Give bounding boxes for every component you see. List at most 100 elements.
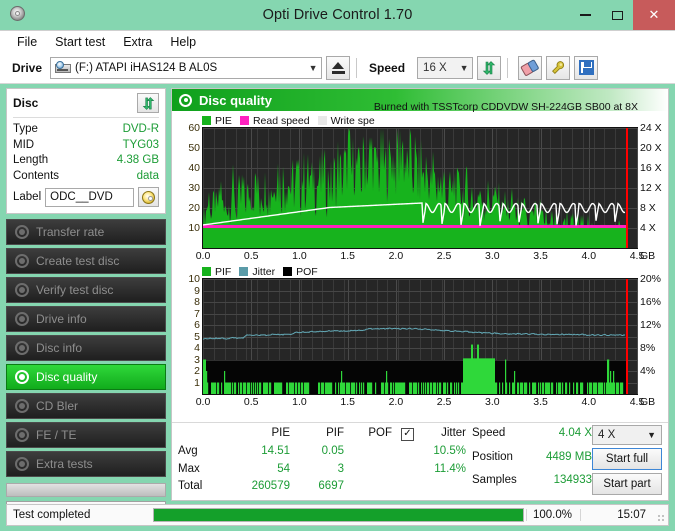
toolbar: Drive (F:) ATAPI iHAS124 B AL0S ▼ Speed … (0, 52, 675, 84)
chevron-down-icon: ▼ (308, 62, 318, 73)
sidebar-item-verify-test-disc[interactable]: Verify test disc (6, 277, 166, 303)
erase-button[interactable] (518, 55, 543, 80)
x-tick-label: 2.0 (388, 250, 404, 262)
legend-swatch-pif (202, 267, 211, 276)
sidebar-item-label: Disc quality (36, 370, 98, 384)
x-tick-label: 1.0 (292, 250, 307, 262)
disc-label-input[interactable]: ODC__DVD (45, 187, 134, 207)
legend-swatch-pie (202, 116, 211, 125)
menu-item-help[interactable]: Help (161, 33, 205, 51)
sidebar-item-disc-info[interactable]: Disc info (6, 335, 166, 361)
sidebar-item-drive-info[interactable]: Drive info (6, 306, 166, 332)
eject-button[interactable] (326, 55, 351, 80)
elapsed-time: 15:07 (580, 509, 654, 521)
close-button[interactable]: ✕ (633, 0, 675, 30)
disc-row-value: TYG03 (122, 138, 159, 151)
speed-select[interactable]: 16 X ▼ (417, 56, 474, 79)
toolbar-divider-2 (507, 57, 509, 78)
stats-avg-jitter: 10.5% (433, 444, 466, 457)
disc-refresh-button[interactable] (137, 93, 159, 113)
close-icon: ✕ (648, 7, 660, 22)
y2-tick-label: 20 X (640, 141, 662, 154)
pie-plot[interactable]: 0.0 0.5 1.0 1.5 2.0 2.5 3.0 3.5 4.0 4.5 GB 10 20 30 40… (188, 122, 661, 262)
floppy-save-icon (578, 60, 594, 75)
jitter-checkbox-cell: ✓ (392, 425, 414, 443)
tools-button[interactable] (546, 55, 571, 80)
stats-corner (178, 425, 224, 443)
x-tick-label: 1.0 (292, 396, 307, 408)
menu-item-extra[interactable]: Extra (114, 33, 161, 51)
refresh-arrows-icon (482, 60, 496, 75)
sidebar-item-disc-quality[interactable]: Disc quality (6, 364, 166, 390)
sidebar-item-label: Verify test disc (36, 283, 114, 297)
disc-row-mid: MID TYG03 (13, 138, 159, 154)
nav-spacer (6, 483, 166, 497)
stats-max-pie: 54 (277, 462, 290, 475)
position-marker-line (626, 279, 629, 394)
y-tick-label: 5 (194, 330, 200, 343)
disc-row-length: Length 4.38 GB (13, 153, 159, 169)
stats-avg-pie: 14.51 (261, 444, 290, 457)
stats-table: PIE PIF POF ✓ Jitter Avg 14.51 0.05 10.5… (178, 425, 466, 496)
test-speed-select[interactable]: 4 X ▼ (592, 425, 662, 445)
disc-row-key: Length (13, 154, 49, 166)
x-tick-label: 1.5 (340, 250, 355, 262)
sidebar-item-label: Drive info (36, 312, 87, 326)
y-tick-label: 10 (188, 222, 200, 234)
info-key-position: Position (472, 450, 513, 463)
menu-item-start-test[interactable]: Start test (46, 33, 114, 51)
sidebar-item-cd-bler[interactable]: CD Bler (6, 393, 166, 419)
x-tick-label: 0.0 (195, 396, 211, 408)
minimize-button[interactable] (569, 0, 601, 30)
stats-info: Speed 4.04 X Position 4489 MB Samples 13… (472, 425, 592, 496)
start-full-button[interactable]: Start full (592, 448, 662, 470)
stats-row-label-total: Total (178, 480, 203, 493)
toolbar-divider-1 (356, 57, 358, 78)
minimize-icon (579, 14, 591, 16)
y-tick-label: 60 (188, 122, 200, 134)
page-title: Disc quality (199, 92, 272, 108)
x-tick-label: 3.5 (533, 396, 548, 408)
save-button[interactable] (574, 55, 599, 80)
sidebar: Disc Type DVD-R MID TYG03 Length 4.38 GB… (6, 88, 166, 517)
sidebar-item-extra-tests[interactable]: Extra tests (6, 451, 166, 477)
cd-disc-icon (142, 190, 155, 204)
menu-item-file[interactable]: File (8, 33, 46, 51)
drive-select[interactable]: (F:) ATAPI iHAS124 B AL0S ▼ (50, 56, 323, 79)
gauge-icon (15, 225, 29, 239)
pie-series (203, 128, 626, 248)
disc-label-button[interactable] (138, 187, 159, 207)
legend-label-read-speed: Read speed (252, 114, 310, 127)
jitter-checkbox[interactable]: ✓ (401, 427, 414, 441)
progress-fill (154, 509, 523, 521)
info-key-samples: Samples (472, 474, 517, 487)
stats-actions: 4 X ▼ Start full Start part (592, 425, 662, 496)
y-tick-label: 7 (194, 307, 200, 320)
body: Disc Type DVD-R MID TYG03 Length 4.38 GB… (0, 84, 675, 517)
stats-total-spacer (392, 478, 414, 496)
start-part-button[interactable]: Start part (592, 473, 662, 495)
stats-row-label-avg: Avg (178, 444, 198, 457)
y2-tick-label: 4% (640, 365, 656, 377)
sidebar-item-transfer-rate[interactable]: Transfer rate (6, 219, 166, 245)
x-tick-label: 0.0 (195, 250, 211, 262)
position-marker-line (626, 128, 629, 248)
nav-list: Transfer rate Create test disc Verify te… (6, 219, 166, 497)
maximize-button[interactable] (601, 0, 633, 30)
sidebar-item-label: Create test disc (36, 254, 120, 268)
pif-plot[interactable]: 0.0 0.5 1.0 1.5 2.0 2.5 3.0 3.5 4.0 4.5 GB 1 2 3 4 5 6 7 8… (188, 273, 661, 408)
disc-panel-header: Disc (13, 93, 159, 118)
disc-row-type: Type DVD-R (13, 122, 159, 138)
charts-area: PIE Read speed Write spe Burned with TSS… (172, 101, 668, 422)
y2-tick-label: 12% (640, 319, 662, 331)
resize-grip-icon[interactable] (654, 505, 668, 525)
status-bar: Test completed 100.0% 15:07 (6, 504, 669, 526)
refresh-button[interactable] (477, 55, 502, 80)
sidebar-item-fe-te[interactable]: FE / TE (6, 422, 166, 448)
sidebar-item-create-test-disc[interactable]: Create test disc (6, 248, 166, 274)
stats-row-label-max: Max (178, 462, 200, 475)
progress-percent: 100.0% (526, 509, 580, 521)
drive-icon (55, 60, 72, 75)
y-tick-label: 1 (194, 376, 200, 389)
legend-label-jitter: Jitter (252, 265, 276, 278)
